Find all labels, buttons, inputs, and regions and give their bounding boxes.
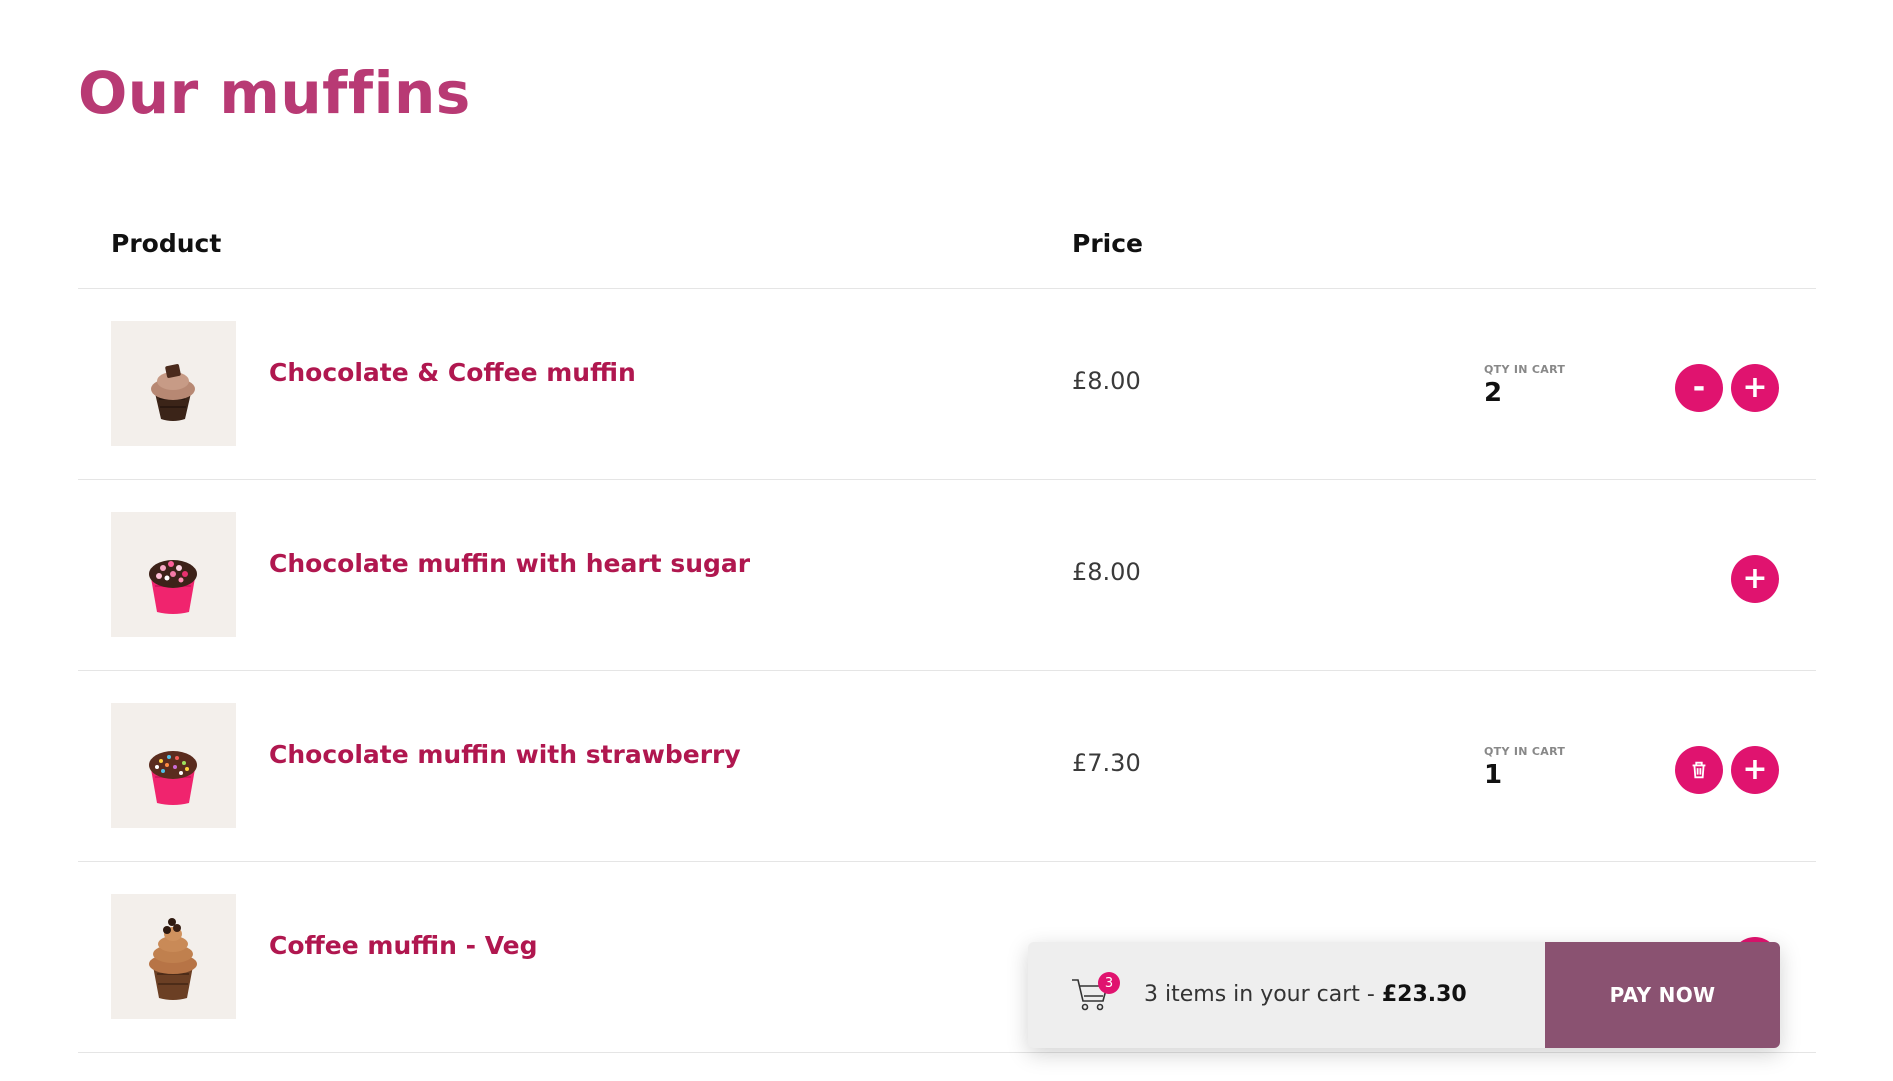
decrease-quantity-button[interactable]: - bbox=[1675, 364, 1723, 412]
heart-sugar-muffin-image[interactable] bbox=[111, 512, 236, 637]
plus-icon: + bbox=[1742, 370, 1768, 405]
coffee-veg-muffin-image[interactable] bbox=[111, 894, 236, 1019]
qty-in-cart: QTY IN CART 2 bbox=[1484, 363, 1565, 409]
product-name-link[interactable]: Chocolate muffin with strawberry bbox=[269, 737, 741, 773]
cart-summary-prefix: 3 items in your cart - bbox=[1144, 982, 1382, 1007]
minus-icon: - bbox=[1692, 370, 1706, 405]
product-name-link[interactable]: Coffee muffin - Veg bbox=[269, 928, 538, 964]
plus-icon: + bbox=[1742, 561, 1768, 596]
cart-summary-bar: 3 3 items in your cart - £23.30 PAY NOW bbox=[1028, 942, 1780, 1048]
column-header-price: Price bbox=[1072, 229, 1143, 258]
add-to-cart-button[interactable]: + bbox=[1731, 555, 1779, 603]
cart-total: £23.30 bbox=[1381, 982, 1467, 1007]
product-price: £8.00 bbox=[1072, 367, 1141, 395]
qty-value: 2 bbox=[1484, 378, 1503, 408]
table-row: Chocolate muffin with strawberry £7.30 Q… bbox=[78, 671, 1816, 862]
add-to-cart-button[interactable]: + bbox=[1731, 746, 1779, 794]
page-title: Our muffins bbox=[78, 59, 471, 127]
cart-count-badge: 3 bbox=[1098, 972, 1120, 994]
qty-value: 1 bbox=[1484, 760, 1503, 790]
remove-from-cart-button[interactable] bbox=[1675, 746, 1723, 794]
product-name-link[interactable]: Chocolate muffin with heart sugar bbox=[269, 546, 750, 582]
pay-now-button[interactable]: PAY NOW bbox=[1545, 942, 1780, 1048]
cart-summary-text: 3 items in your cart - £23.30 bbox=[1144, 978, 1467, 1012]
strawberry-muffin-image[interactable] bbox=[111, 703, 236, 828]
qty-label: QTY IN CART bbox=[1484, 363, 1566, 376]
qty-in-cart: QTY IN CART 1 bbox=[1484, 745, 1565, 791]
product-table: Product Price Chocolate & Coffee muffin … bbox=[78, 208, 1816, 1053]
table-row: Chocolate & Coffee muffin £8.00 QTY IN C… bbox=[78, 289, 1816, 480]
table-header: Product Price bbox=[78, 208, 1816, 289]
cart-icon-wrapper[interactable]: 3 bbox=[1070, 972, 1120, 1018]
product-price: £7.30 bbox=[1072, 749, 1141, 777]
plus-icon: + bbox=[1742, 752, 1768, 787]
product-name-link[interactable]: Chocolate & Coffee muffin bbox=[269, 355, 636, 391]
add-to-cart-button[interactable]: + bbox=[1731, 364, 1779, 412]
product-price: £8.00 bbox=[1072, 558, 1141, 586]
table-row: Chocolate muffin with heart sugar £8.00 … bbox=[78, 480, 1816, 671]
trash-icon bbox=[1692, 761, 1706, 779]
column-header-product: Product bbox=[111, 229, 222, 258]
chocolate-coffee-muffin-image[interactable] bbox=[111, 321, 236, 446]
qty-label: QTY IN CART bbox=[1484, 745, 1566, 758]
